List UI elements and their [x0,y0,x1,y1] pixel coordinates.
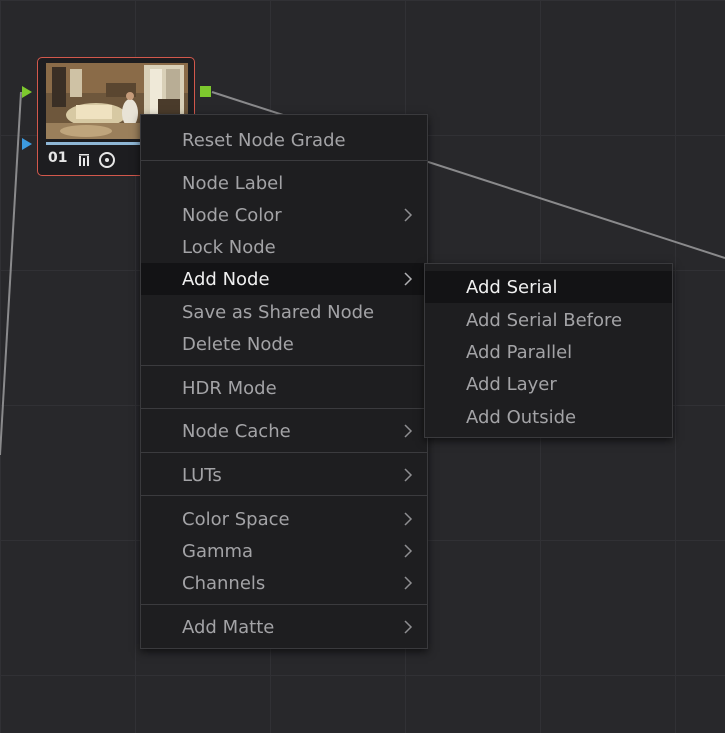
menu-item-label: Node Label [182,173,284,194]
chevron-right-icon [404,424,413,438]
menu-item-node-color[interactable]: Node Color [141,199,427,231]
output-rgb-port-icon[interactable] [199,85,212,98]
submenu-item-label: Add Parallel [466,342,573,363]
submenu-item-add-parallel[interactable]: Add Parallel [425,336,672,368]
menu-item-label: Color Space [182,509,290,530]
menu-item-hdr-mode[interactable]: HDR Mode [141,372,427,404]
menu-item-label: Save as Shared Node [182,302,375,323]
menu-divider [141,452,427,453]
menu-item-save-as-shared-node[interactable]: Save as Shared Node [141,296,427,328]
submenu-item-label: Add Layer [466,374,557,395]
submenu-item-add-outside[interactable]: Add Outside [425,401,672,433]
menu-item-add-matte[interactable]: Add Matte [141,611,427,643]
menu-divider [141,365,427,366]
chevron-right-icon [404,512,413,526]
menu-item-label: Channels [182,573,266,594]
menu-item-color-space[interactable]: Color Space [141,503,427,535]
submenu-item-label: Add Serial [466,277,558,298]
submenu-item-add-serial[interactable]: Add Serial [425,271,672,303]
submenu-item-add-serial-before[interactable]: Add Serial Before [425,304,672,336]
menu-item-label: Gamma [182,541,254,562]
menu-item-label: Delete Node [182,334,294,355]
node-number: 01 [48,150,68,166]
chevron-right-icon [404,208,413,222]
menu-item-delete-node[interactable]: Delete Node [141,328,427,360]
menu-item-label: Add Node [182,269,270,290]
menu-divider [141,495,427,496]
menu-divider [141,160,427,161]
menu-item-node-label[interactable]: Node Label [141,167,427,199]
node-context-menu: Reset Node Grade Node Label Node Color L… [140,114,428,649]
input-rgb-port-icon[interactable] [21,86,33,98]
submenu-item-label: Add Serial Before [466,310,623,331]
menu-divider [141,604,427,605]
menu-item-label: Node Cache [182,421,291,442]
menu-item-label: Lock Node [182,237,276,258]
tracker-bars-icon [79,154,89,166]
input-wire [0,91,22,456]
chevron-right-icon [404,544,413,558]
menu-item-label: LUTs [182,465,222,486]
menu-item-label: HDR Mode [182,378,277,399]
circle-window-icon [99,152,115,168]
menu-item-luts[interactable]: LUTs [141,459,427,491]
menu-item-channels[interactable]: Channels [141,567,427,599]
chevron-right-icon [404,576,413,590]
menu-item-label: Reset Node Grade [182,130,346,151]
menu-divider [141,408,427,409]
chevron-right-icon [404,468,413,482]
submenu-item-add-layer[interactable]: Add Layer [425,368,672,400]
menu-item-label: Add Matte [182,617,275,638]
menu-item-reset-node-grade[interactable]: Reset Node Grade [141,124,427,156]
menu-item-label: Node Color [182,205,282,226]
chevron-right-icon [404,620,413,634]
menu-item-node-cache[interactable]: Node Cache [141,415,427,447]
menu-item-lock-node[interactable]: Lock Node [141,231,427,263]
menu-item-add-node[interactable]: Add Node [141,263,427,295]
chevron-right-icon [404,272,413,286]
submenu-item-label: Add Outside [466,407,577,428]
menu-item-gamma[interactable]: Gamma [141,535,427,567]
input-key-port-icon[interactable] [21,138,33,150]
add-node-submenu: Add Serial Add Serial Before Add Paralle… [424,263,673,438]
